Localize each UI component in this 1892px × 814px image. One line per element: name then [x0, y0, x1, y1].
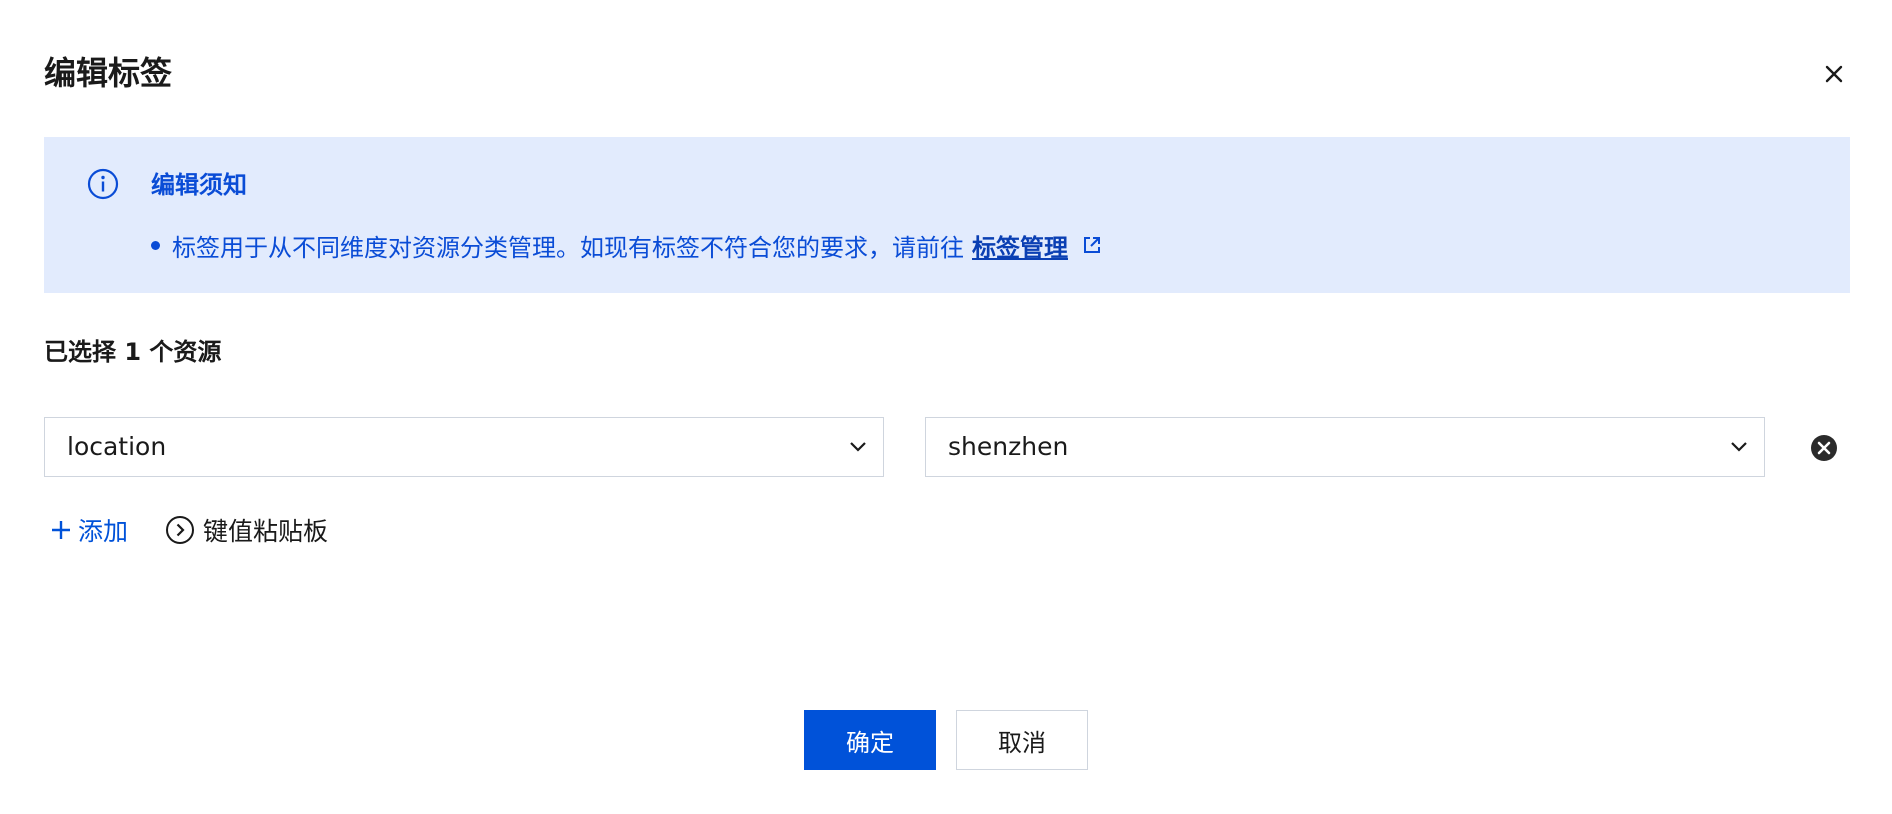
bullet-dot — [151, 240, 160, 250]
selected-resources-label: 已选择 1 个资源 — [44, 338, 222, 366]
tag-value-value: shenzhen — [948, 432, 1069, 461]
close-button[interactable] — [1818, 58, 1850, 90]
close-circle-icon — [1811, 435, 1837, 461]
tag-key-select[interactable]: location — [44, 417, 884, 477]
dialog-title: 编辑标签 — [44, 54, 173, 92]
info-circle-icon — [87, 168, 119, 200]
add-tag-label: 添加 — [78, 517, 129, 546]
edit-tags-dialog: 编辑标签 编辑须知 标签用于从不同维度对资源分类管理。如现有标签不符合您的要求，… — [0, 0, 1892, 814]
key-value-clipboard-button[interactable]: 键值粘贴板 — [165, 511, 328, 549]
notice-title: 编辑须知 — [151, 171, 247, 199]
close-icon — [1825, 65, 1843, 83]
tag-key-value: location — [67, 432, 167, 461]
remove-tag-button[interactable] — [1809, 433, 1839, 463]
chevron-right-circle-icon — [166, 516, 194, 544]
clipboard-label: 键值粘贴板 — [203, 517, 329, 546]
add-tag-button[interactable]: 添加 — [50, 511, 128, 549]
chevron-down-icon — [850, 442, 866, 452]
notice-item-text: 标签用于从不同维度对资源分类管理。如现有标签不符合您的要求，请前往 — [172, 233, 964, 262]
tag-management-link[interactable]: 标签管理 — [972, 228, 1068, 263]
notice-banner: 编辑须知 标签用于从不同维度对资源分类管理。如现有标签不符合您的要求，请前往 标… — [44, 137, 1850, 293]
notice-item: 标签用于从不同维度对资源分类管理。如现有标签不符合您的要求，请前往 标签管理 — [151, 227, 1102, 263]
chevron-down-icon — [1731, 442, 1747, 452]
cancel-button[interactable]: 取消 — [956, 710, 1088, 770]
tag-value-select[interactable]: shenzhen — [925, 417, 1765, 477]
confirm-button[interactable]: 确定 — [804, 710, 936, 770]
plus-icon — [52, 521, 70, 539]
external-link-icon[interactable] — [1082, 235, 1102, 255]
